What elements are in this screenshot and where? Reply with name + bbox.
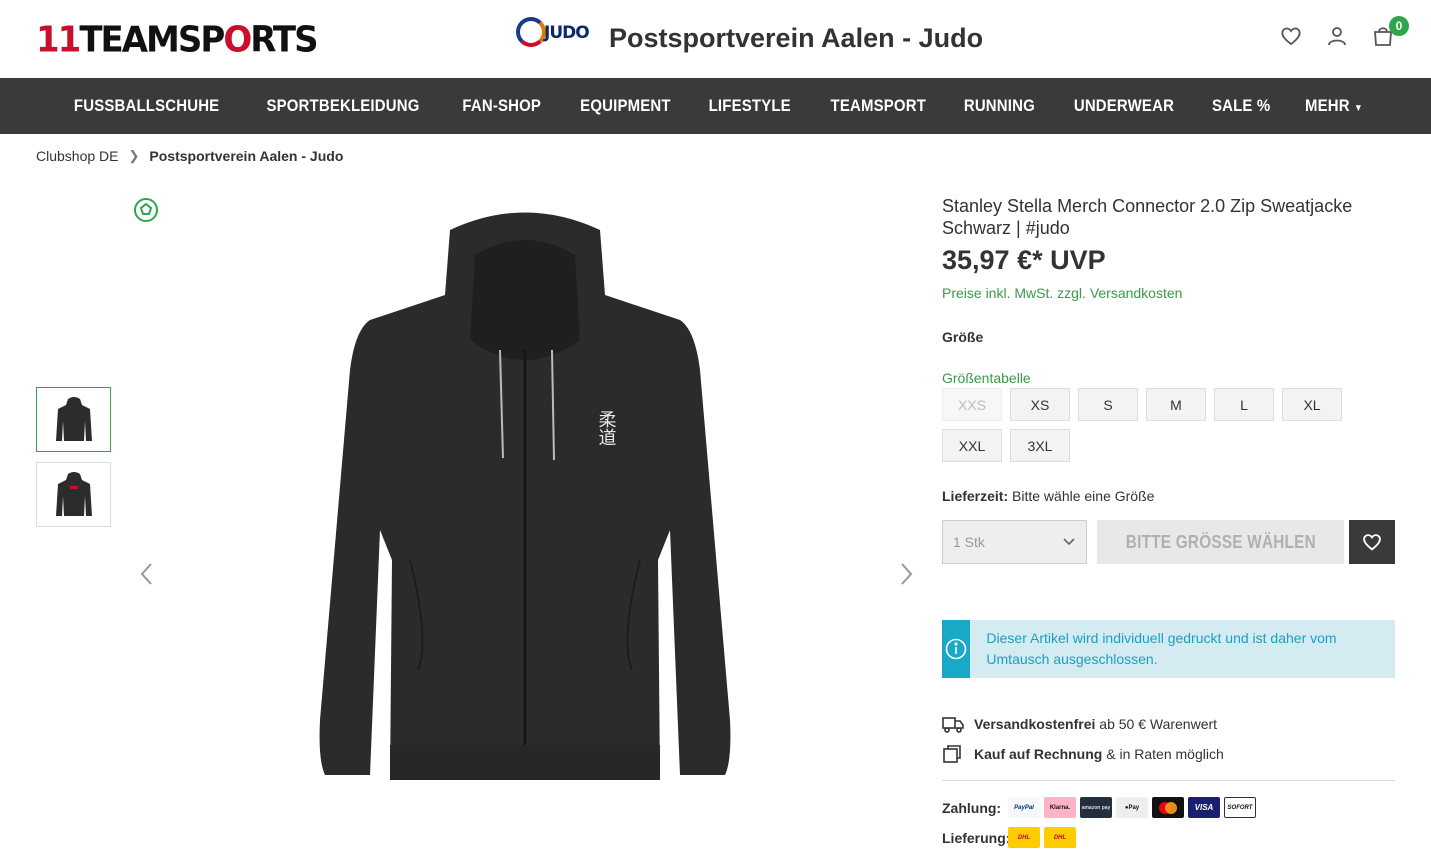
gallery-thumbnail-front[interactable] bbox=[36, 387, 111, 452]
add-to-cart-button[interactable]: BITTE GRÖSSE WÄHLEN bbox=[1097, 520, 1344, 564]
club-title: Postsportverein Aalen - Judo bbox=[609, 22, 984, 53]
dhl-logo: DHL bbox=[1008, 827, 1040, 848]
size-option-xs[interactable]: XS bbox=[1010, 388, 1070, 421]
usp-invoice: Kauf auf Rechnung & in Raten möglich bbox=[942, 744, 1224, 764]
cart-icon[interactable]: 0 bbox=[1371, 16, 1409, 48]
breadcrumb: Clubshop DE ❯ Postsportverein Aalen - Ju… bbox=[36, 148, 343, 164]
size-option-xxs: XXS bbox=[942, 388, 1002, 421]
klarna-logo: Klarna. bbox=[1044, 797, 1076, 818]
caret-down-icon: ▼ bbox=[1354, 103, 1364, 114]
product-main-image[interactable]: 柔道 bbox=[300, 200, 750, 790]
truck-icon bbox=[942, 717, 964, 733]
nav-item-fussballschuhe[interactable]: FUSSBALLSCHUHE bbox=[74, 96, 219, 116]
breadcrumb-item-current[interactable]: Postsportverein Aalen - Judo bbox=[149, 148, 343, 164]
size-option-xl[interactable]: XL bbox=[1282, 388, 1342, 421]
nav-item-mehr[interactable]: MEHR ▼ bbox=[1305, 96, 1363, 116]
usp-invoice-bold: Kauf auf Rechnung bbox=[974, 746, 1103, 762]
nav-item-sale[interactable]: SALE % bbox=[1212, 96, 1270, 116]
nav-item-teamsport[interactable]: TEAMSPORT bbox=[830, 96, 926, 116]
paypal-logo: PayPal bbox=[1008, 797, 1040, 818]
delivery-time: Lieferzeit: Bitte wähle eine Größe bbox=[942, 488, 1154, 504]
product-price: 35,97 €* UVP bbox=[942, 245, 1106, 275]
quantity-value: 1 Stk bbox=[953, 534, 985, 550]
heart-icon bbox=[1363, 534, 1381, 551]
kanji-print: 柔道 bbox=[596, 410, 617, 446]
payment-methods: Zahlung: PayPal Klarna. amazon pay ● Pay … bbox=[942, 797, 1256, 818]
size-option-m[interactable]: M bbox=[1146, 388, 1206, 421]
sofort-logo: SOFORT bbox=[1224, 797, 1256, 818]
nav-item-sportbekleidung[interactable]: SPORTBEKLEIDUNG bbox=[267, 96, 420, 116]
delivery-methods: Lieferung: DHL DHL bbox=[942, 827, 1076, 848]
nav-item-lifestyle[interactable]: LIFESTYLE bbox=[709, 96, 791, 116]
info-notice-text: Dieser Artikel wird individuell gedruckt… bbox=[986, 630, 1337, 667]
mastercard-logo bbox=[1152, 797, 1184, 818]
amazon-pay-logo: amazon pay bbox=[1080, 797, 1112, 818]
visa-logo: VISA bbox=[1188, 797, 1220, 818]
divider bbox=[942, 780, 1395, 781]
sustainability-icon bbox=[133, 197, 159, 223]
size-selector: XXS XS S M L XL XXL 3XL bbox=[942, 388, 1362, 462]
nav-item-running[interactable]: RUNNING bbox=[964, 96, 1035, 116]
usp-free-shipping: Versandkostenfrei ab 50 € Warenwert bbox=[942, 715, 1217, 733]
nav-item-equipment[interactable]: EQUIPMENT bbox=[580, 96, 671, 116]
apple-pay-logo: ● Pay bbox=[1116, 797, 1148, 818]
delivery-time-value: Bitte wähle eine Größe bbox=[1008, 488, 1155, 504]
size-option-xxl[interactable]: XXL bbox=[942, 429, 1002, 462]
gallery-prev-arrow-icon[interactable] bbox=[137, 560, 157, 588]
vat-note-link[interactable]: Preise inkl. MwSt. zzgl. Versandkosten bbox=[942, 285, 1182, 301]
payment-label: Zahlung: bbox=[942, 799, 1002, 816]
site-header: 11TEAMSPORTS JUDO Postsportverein Aalen … bbox=[0, 0, 1431, 78]
user-icon[interactable] bbox=[1325, 24, 1349, 48]
usp-invoice-rest: & in Raten möglich bbox=[1102, 746, 1224, 762]
chevron-down-icon bbox=[1063, 538, 1075, 546]
invoice-icon bbox=[943, 745, 961, 763]
add-to-wishlist-button[interactable] bbox=[1349, 520, 1395, 564]
breadcrumb-item-clubshop[interactable]: Clubshop DE bbox=[36, 148, 119, 164]
header-actions: 0 bbox=[1279, 16, 1409, 48]
quantity-select[interactable]: 1 Stk bbox=[942, 520, 1087, 564]
nav-item-underwear[interactable]: UNDERWEAR bbox=[1074, 96, 1174, 116]
size-table-link[interactable]: Größentabelle bbox=[942, 370, 1031, 386]
heart-icon[interactable] bbox=[1279, 24, 1303, 48]
info-icon bbox=[942, 620, 971, 678]
cart-count-badge: 0 bbox=[1389, 16, 1409, 36]
nav-item-fan-shop[interactable]: FAN-SHOP bbox=[462, 96, 541, 116]
size-label: Größe bbox=[942, 329, 984, 345]
size-option-s[interactable]: S bbox=[1078, 388, 1138, 421]
gallery-next-arrow-icon[interactable] bbox=[896, 560, 916, 588]
club-header: JUDO Postsportverein Aalen - Judo bbox=[514, 15, 983, 61]
site-logo[interactable]: 11TEAMSPORTS bbox=[36, 19, 319, 61]
size-option-l[interactable]: L bbox=[1214, 388, 1274, 421]
chevron-right-icon: ❯ bbox=[128, 148, 140, 163]
shipping-label: Lieferung: bbox=[942, 829, 1011, 846]
product-title: Stanley Stella Merch Connector 2.0 Zip S… bbox=[942, 196, 1353, 238]
club-logo: JUDO bbox=[514, 15, 594, 61]
gallery-thumbnail-back[interactable] bbox=[36, 462, 111, 527]
usp-shipping-bold: Versandkostenfrei bbox=[974, 716, 1096, 732]
size-option-3xl[interactable]: 3XL bbox=[1010, 429, 1070, 462]
usp-shipping-rest: ab 50 € Warenwert bbox=[1095, 716, 1218, 732]
main-navigation: FUSSBALLSCHUHE SPORTBEKLEIDUNG FAN-SHOP … bbox=[0, 78, 1431, 134]
delivery-time-label: Lieferzeit: bbox=[942, 488, 1009, 504]
info-notice: Dieser Artikel wird individuell gedruckt… bbox=[942, 620, 1395, 678]
dhl-express-logo: DHL bbox=[1044, 827, 1076, 848]
